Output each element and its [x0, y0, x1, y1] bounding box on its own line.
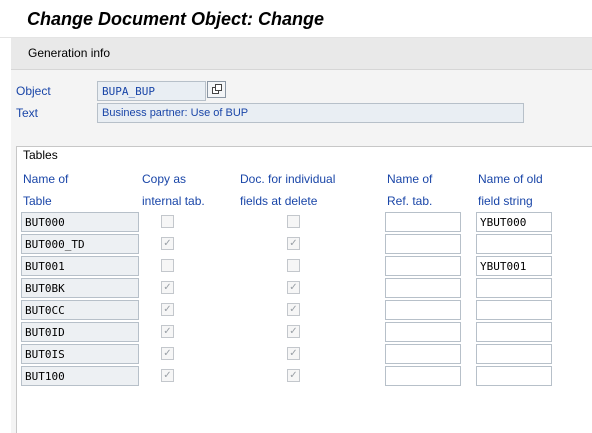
ref-tab-input[interactable] — [385, 322, 461, 342]
window-title: Change Document Object: Change — [27, 9, 325, 29]
old-field-input[interactable] — [476, 344, 552, 364]
doc-delete-checkbox[interactable]: ✓ — [287, 347, 300, 360]
old-field-input[interactable]: YBUT000 — [476, 212, 552, 232]
doc-delete-checkbox[interactable] — [287, 259, 300, 272]
old-field-input[interactable] — [476, 366, 552, 386]
copy-internal-checkbox[interactable]: ✓ — [161, 281, 174, 294]
doc-delete-checkbox[interactable]: ✓ — [287, 281, 300, 294]
text-label: Text — [16, 106, 39, 120]
copy-internal-checkbox[interactable]: ✓ — [161, 369, 174, 382]
doc-delete-checkbox[interactable]: ✓ — [287, 325, 300, 338]
object-label: Object — [16, 84, 51, 98]
ref-tab-input[interactable] — [385, 344, 461, 364]
ref-tab-input[interactable] — [385, 300, 461, 320]
application-toolbar: Generation info — [11, 38, 592, 70]
old-field-input[interactable] — [476, 300, 552, 320]
table-name-cell: BUT0BK — [21, 278, 139, 298]
copy-internal-checkbox[interactable] — [161, 215, 174, 228]
tables-group-title: Tables — [22, 148, 59, 162]
ref-tab-input[interactable] — [385, 234, 461, 254]
col-header-doc-2: fields at delete — [240, 194, 318, 208]
doc-delete-checkbox[interactable]: ✓ — [287, 369, 300, 382]
doc-delete-checkbox[interactable]: ✓ — [287, 303, 300, 316]
copy-internal-checkbox[interactable] — [161, 259, 174, 272]
col-header-old-1: Name of old — [478, 172, 543, 186]
col-header-name-1: Name of — [23, 172, 69, 186]
left-margin — [0, 38, 11, 433]
table-name-cell: BUT100 — [21, 366, 139, 386]
col-header-doc-1: Doc. for individual — [240, 172, 336, 186]
old-field-input[interactable] — [476, 278, 552, 298]
object-field[interactable]: BUPA_BUP — [97, 81, 206, 101]
col-header-ref-1: Name of — [387, 172, 433, 186]
copy-internal-checkbox[interactable]: ✓ — [161, 325, 174, 338]
doc-delete-checkbox[interactable] — [287, 215, 300, 228]
doc-delete-checkbox[interactable]: ✓ — [287, 237, 300, 250]
table-name-cell: BUT000 — [21, 212, 139, 232]
table-name-cell: BUT001 — [21, 256, 139, 276]
table-name-cell: BUT0ID — [21, 322, 139, 342]
old-field-input[interactable]: YBUT001 — [476, 256, 552, 276]
table-name-cell: BUT0IS — [21, 344, 139, 364]
ref-tab-input[interactable] — [385, 256, 461, 276]
col-header-copy-1: Copy as — [142, 172, 187, 186]
col-header-ref-2: Ref. tab. — [387, 194, 433, 208]
col-header-name-2: Table — [23, 194, 52, 208]
title-bar: Change Document Object: Change — [0, 0, 592, 38]
text-field[interactable]: Business partner: Use of BUP — [97, 103, 524, 123]
ref-tab-input[interactable] — [385, 278, 461, 298]
ref-tab-input[interactable] — [385, 366, 461, 386]
col-header-old-2: field string — [478, 194, 533, 208]
copy-internal-checkbox[interactable]: ✓ — [161, 303, 174, 316]
copy-internal-checkbox[interactable]: ✓ — [161, 347, 174, 360]
old-field-input[interactable] — [476, 322, 552, 342]
table-name-cell: BUT0CC — [21, 300, 139, 320]
copy-internal-checkbox[interactable]: ✓ — [161, 237, 174, 250]
old-field-input[interactable] — [476, 234, 552, 254]
copy-icon[interactable] — [207, 81, 226, 98]
ref-tab-input[interactable] — [385, 212, 461, 232]
col-header-copy-2: internal tab. — [142, 194, 205, 208]
table-name-cell: BUT000_TD — [21, 234, 139, 254]
generation-info-button[interactable]: Generation info — [28, 46, 110, 60]
